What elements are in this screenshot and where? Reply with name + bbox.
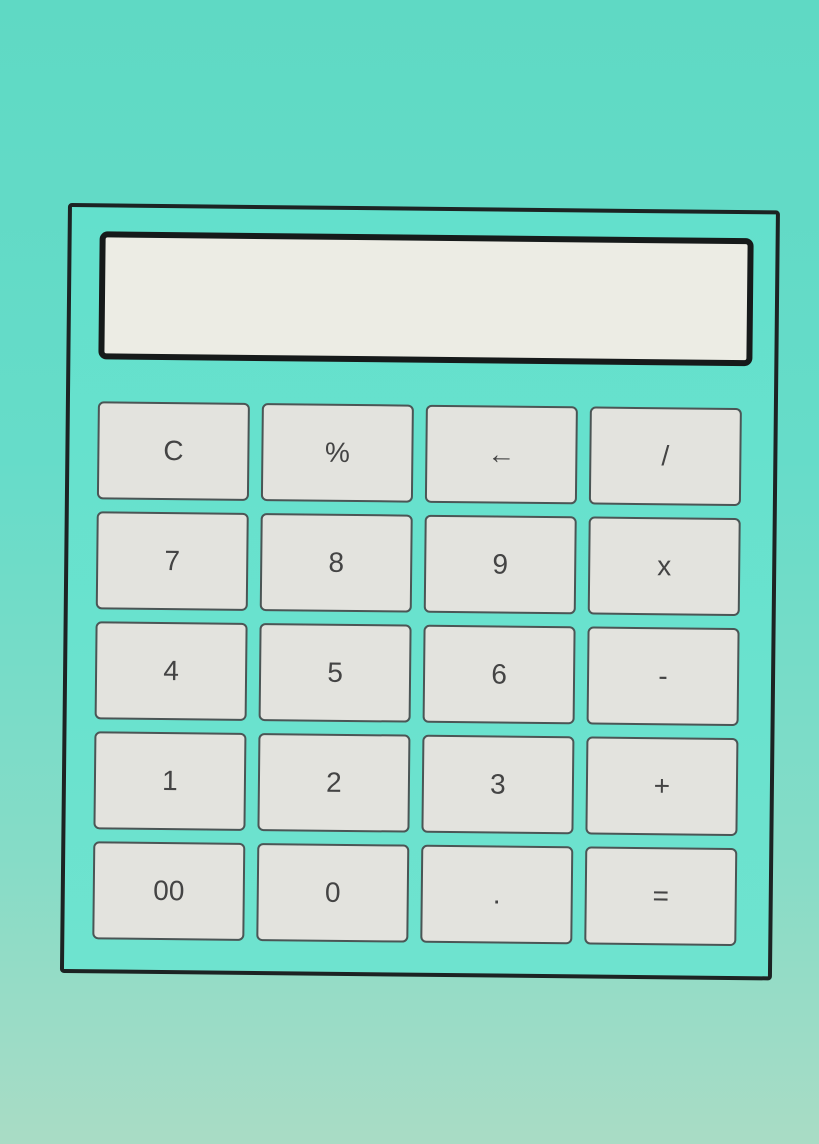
digit-7-button[interactable]: 7 [95, 511, 249, 611]
decimal-point-button[interactable]: . [420, 844, 574, 945]
equals-button[interactable]: = [584, 846, 738, 947]
digit-4-button[interactable]: 4 [94, 621, 248, 721]
divide-button[interactable]: / [588, 406, 742, 507]
clear-button[interactable]: C [96, 401, 250, 501]
backspace-button[interactable]: ← [424, 404, 578, 505]
digit-1-button[interactable]: 1 [93, 731, 247, 831]
digit-2-button[interactable]: 2 [257, 733, 411, 833]
calculator: C % ← / 7 8 9 x 4 5 6 - 1 2 3 + 00 0 . = [59, 203, 780, 981]
digit-8-button[interactable]: 8 [259, 513, 413, 613]
percent-button[interactable]: % [260, 403, 414, 503]
digit-5-button[interactable]: 5 [258, 623, 412, 723]
digit-9-button[interactable]: 9 [423, 514, 577, 615]
digit-6-button[interactable]: 6 [422, 624, 576, 725]
double-zero-button[interactable]: 00 [92, 841, 246, 941]
subtract-button[interactable]: - [586, 626, 740, 727]
keypad: C % ← / 7 8 9 x 4 5 6 - 1 2 3 + 00 0 . = [92, 401, 750, 947]
calculator-display[interactable] [98, 231, 754, 367]
digit-0-button[interactable]: 0 [256, 843, 410, 943]
add-button[interactable]: + [585, 736, 739, 837]
digit-3-button[interactable]: 3 [421, 734, 575, 835]
multiply-button[interactable]: x [587, 516, 741, 617]
